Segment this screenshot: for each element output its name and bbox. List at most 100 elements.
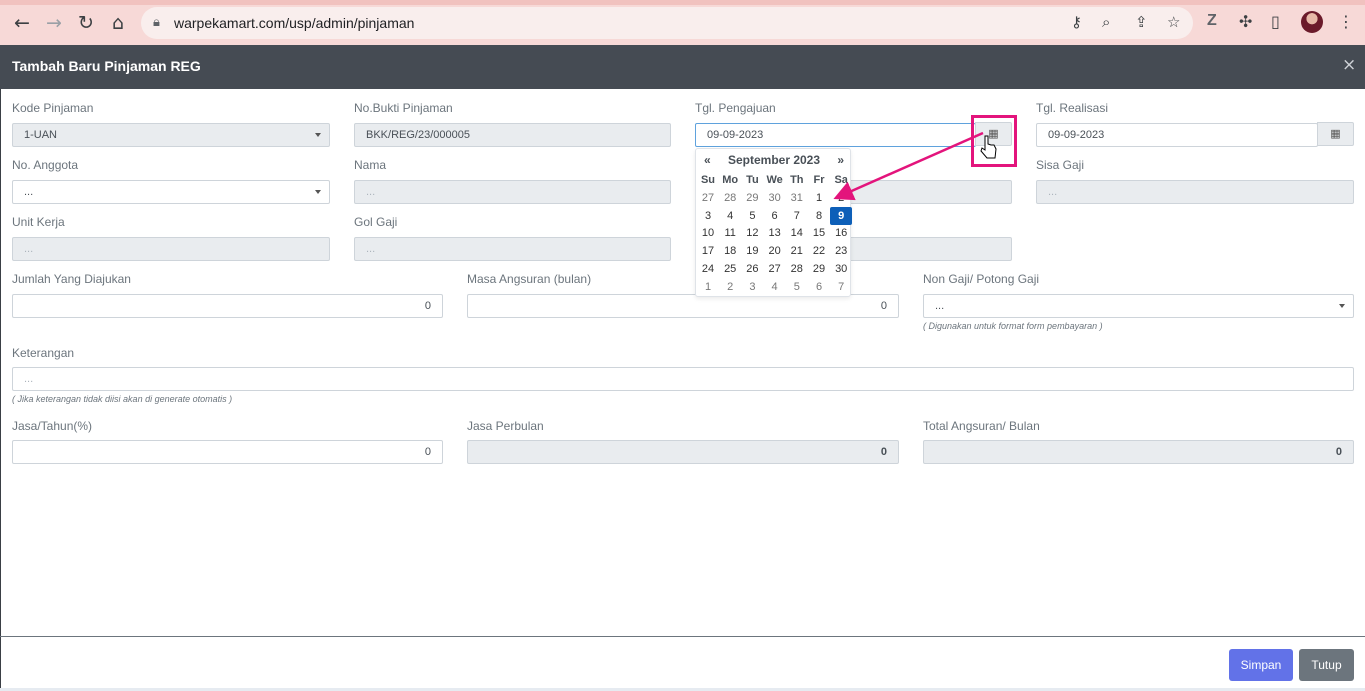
share-icon[interactable]: ⇪ [1135,13,1148,31]
non-gaji-hint: ( Digunakan untuk format form pembayaran… [923,321,1103,331]
datepicker-day[interactable]: 25 [719,260,741,278]
lock-icon[interactable]: 🔒︎ [153,15,160,30]
sidepanel-icon[interactable]: ▯ [1271,12,1280,31]
datepicker-day[interactable]: 17 [697,242,719,260]
no-anggota-select[interactable]: ... [12,180,330,204]
sisa-gaji-field[interactable]: ... [1036,180,1354,204]
no-anggota-label: No. Anggota [12,158,79,172]
calendar-icon[interactable]: ▦ [1317,122,1354,146]
non-gaji-select[interactable]: ... [923,294,1354,318]
masa-angsuran-field[interactable]: 0 [467,294,899,318]
reload-icon[interactable]: ↻ [75,12,97,34]
datepicker-day[interactable]: 9 [830,206,853,225]
tgl-realisasi-field[interactable]: 09-09-2023 [1036,123,1318,147]
gol-gaji-field[interactable]: ... [354,237,671,261]
total-angsuran-field[interactable]: 0 [923,440,1354,464]
more-icon[interactable]: ⋮ [1338,12,1354,31]
datepicker-day[interactable]: 7 [786,207,808,225]
datepicker-day[interactable]: 10 [697,224,719,242]
datepicker-day[interactable]: 24 [697,260,719,278]
datepicker-day[interactable]: 30 [764,189,786,207]
datepicker-day[interactable]: 13 [764,224,786,242]
datepicker-day[interactable]: 21 [786,242,808,260]
z-extension-icon[interactable]: Z [1207,12,1217,30]
keterangan-field[interactable]: ... [12,367,1354,391]
datepicker-header: September 2023 « » [696,153,852,169]
unit-kerja-field[interactable]: ... [12,237,330,261]
jasa-tahun-label: Jasa/Tahun(%) [12,419,93,433]
datepicker-day[interactable]: 7 [830,278,852,296]
home-icon[interactable]: ⌂ [107,12,129,34]
datepicker-day[interactable]: 2 [830,189,852,207]
datepicker-day[interactable]: 11 [719,224,741,242]
modal-footer-divider [0,636,1365,637]
datepicker-day[interactable]: 2 [719,278,741,296]
masa-angsuran-label: Masa Angsuran (bulan) [467,272,592,286]
gol-gaji-label: Gol Gaji [354,215,398,229]
datepicker-day[interactable]: 1 [808,189,830,207]
next-month-icon[interactable]: » [837,153,844,167]
datepicker-day[interactable]: 6 [764,207,786,225]
jasa-tahun-field[interactable]: 0 [12,440,443,464]
no-bukti-label: No.Bukti Pinjaman [354,101,453,115]
datepicker-day[interactable]: 30 [830,260,852,278]
datepicker-dow: Sa [834,174,848,186]
forward-icon[interactable]: → [43,12,65,34]
key-icon[interactable]: ⚷ [1071,13,1082,31]
datepicker-day[interactable]: 5 [786,278,808,296]
datepicker-day[interactable]: 31 [786,189,808,207]
datepicker-day[interactable]: 8 [808,207,830,225]
datepicker-day[interactable]: 26 [741,260,763,278]
tgl-pengajuan-field[interactable]: 09-09-2023 [695,123,976,147]
close-button[interactable]: Tutup [1299,649,1354,681]
datepicker-day[interactable]: 27 [764,260,786,278]
datepicker-day[interactable]: 12 [741,224,763,242]
datepicker-day[interactable]: 28 [786,260,808,278]
address-bar[interactable]: 🔒︎ warpekamart.com/usp/admin/pinjaman ⚷ … [141,7,1193,39]
datepicker-day[interactable]: 18 [719,242,741,260]
datepicker-day[interactable]: 27 [697,189,719,207]
datepicker-day[interactable]: 15 [808,224,830,242]
datepicker-day[interactable]: 28 [719,189,741,207]
datepicker-day[interactable]: 16 [830,224,852,242]
datepicker-month-title[interactable]: September 2023 [696,153,852,167]
total-angsuran-label: Total Angsuran/ Bulan [923,419,1040,433]
no-bukti-field[interactable]: BKK/REG/23/000005 [354,123,671,147]
jasa-perbulan-field[interactable]: 0 [467,440,899,464]
nama-field[interactable]: ... [354,180,671,204]
keterangan-label: Keterangan [12,346,75,360]
datepicker-day[interactable]: 29 [808,260,830,278]
datepicker-day[interactable]: 4 [764,278,786,296]
tab-strip [0,0,1365,5]
kode-pinjaman-select[interactable]: 1-UAN [12,123,330,147]
zoom-icon[interactable]: ⌕ [1102,13,1110,31]
datepicker-dow: Fr [813,174,825,186]
datepicker-day[interactable]: 22 [808,242,830,260]
datepicker-day[interactable]: 1 [697,278,719,296]
datepicker-day[interactable]: 29 [741,189,763,207]
tgl-pengajuan-label: Tgl. Pengajuan [695,101,776,115]
star-icon[interactable]: ☆ [1167,13,1180,31]
keterangan-hint: ( Jika keterangan tidak diisi akan di ge… [12,394,233,404]
datepicker-day[interactable]: 14 [786,224,808,242]
chevron-down-icon [315,133,321,137]
page-edge [0,45,1,691]
prev-month-icon[interactable]: « [704,153,711,167]
puzzle-icon[interactable]: ✣ [1239,12,1252,31]
datepicker-dow: Th [790,174,804,186]
url-text[interactable]: warpekamart.com/usp/admin/pinjaman [174,15,414,31]
datepicker-day[interactable]: 3 [741,278,763,296]
datepicker-day[interactable]: 4 [719,207,741,225]
datepicker-day[interactable]: 20 [764,242,786,260]
datepicker-day[interactable]: 3 [697,207,719,225]
save-button[interactable]: Simpan [1229,649,1293,681]
datepicker-day[interactable]: 5 [741,207,763,225]
sisa-gaji-label: Sisa Gaji [1036,158,1085,172]
datepicker-day[interactable]: 23 [830,242,852,260]
datepicker-day[interactable]: 19 [741,242,763,260]
avatar[interactable] [1301,11,1323,33]
back-icon[interactable]: ← [11,12,33,34]
close-icon[interactable]: × [1342,55,1356,75]
datepicker-day[interactable]: 6 [808,278,830,296]
jumlah-field[interactable]: 0 [12,294,443,318]
